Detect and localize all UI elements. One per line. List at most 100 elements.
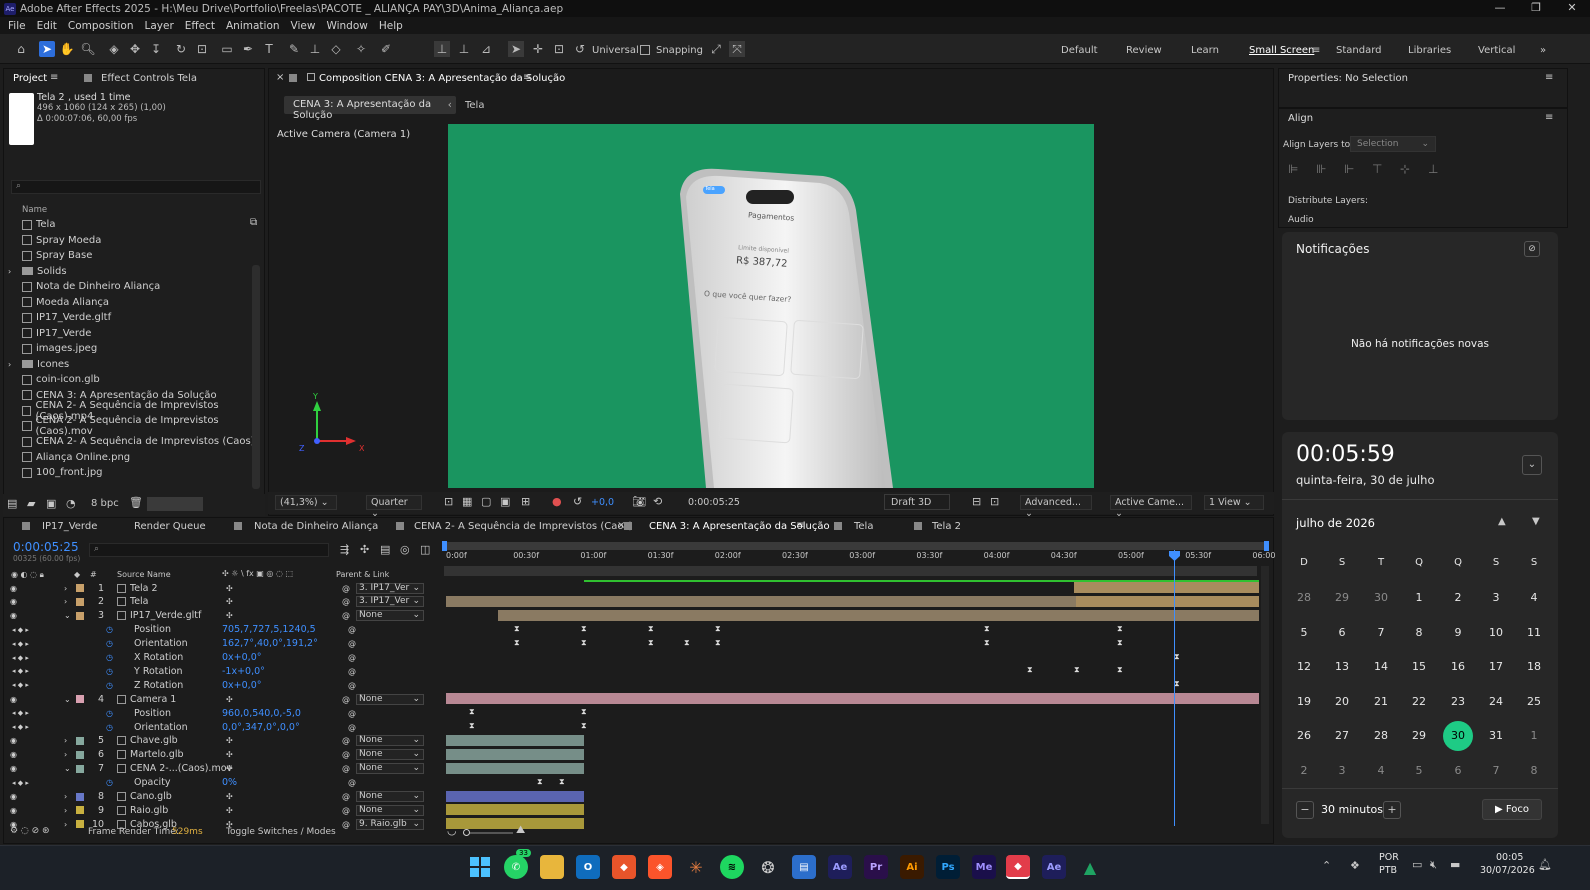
new-comp-icon[interactable]: ▣	[46, 497, 56, 510]
property-value[interactable]: 0,0°,347,0°,0,0°	[222, 722, 300, 733]
work-area-end[interactable]	[1264, 541, 1269, 551]
dolly-camera-icon[interactable]: ↧	[148, 41, 164, 57]
windows-start-icon[interactable]	[468, 855, 492, 879]
world-axis-icon[interactable]: ⊥	[456, 41, 472, 57]
pickwhip-icon[interactable]: @	[348, 625, 356, 634]
calendar-day[interactable]: 4	[1366, 764, 1396, 794]
menu-window[interactable]: Window	[326, 20, 367, 32]
comp-menu-icon[interactable]: ≡	[523, 72, 531, 83]
home-icon[interactable]: ⌂	[13, 41, 29, 57]
maximize-button[interactable]: ❐	[1518, 0, 1554, 17]
claude-icon[interactable]: ✳	[684, 855, 708, 879]
layer-row[interactable]: ◉ › 10 Cabos.glb ✣ @9. Raio.glb ⌄	[4, 817, 444, 831]
stopwatch-icon[interactable]: ◷	[106, 709, 113, 718]
properties-menu-icon[interactable]: ≡	[1545, 72, 1553, 83]
hand-tool-icon[interactable]: ✋	[59, 41, 75, 57]
pinned-app-icon[interactable]: Me	[972, 855, 996, 879]
visibility-eye-icon[interactable]: ◉	[10, 611, 17, 620]
workspace-standard[interactable]: Standard	[1336, 45, 1382, 56]
layer-row[interactable]: ◉ ⌄ 3 IP17_Verde.gltf ✣ @ None ⌄	[4, 609, 444, 623]
calendar-day[interactable]: 19	[1289, 695, 1319, 725]
playhead-handle[interactable]	[1169, 551, 1180, 561]
align-menu-icon[interactable]: ≡	[1545, 112, 1553, 123]
parent-dropdown[interactable]: 3. IP17_Ver ⌄	[356, 582, 424, 594]
universal-label[interactable]: Universal	[592, 45, 639, 56]
visibility-eye-icon[interactable]: ◉	[10, 750, 17, 759]
pinned-app-icon[interactable]: Ps	[936, 855, 960, 879]
layer-duration-bar[interactable]	[1074, 582, 1259, 593]
keyframe-icon[interactable]: ⧗	[1074, 666, 1080, 674]
align-bottom-icon[interactable]: ⊥	[1428, 162, 1438, 176]
pen-tool-icon[interactable]: ✒	[240, 41, 256, 57]
visibility-eye-icon[interactable]: ◉	[10, 806, 17, 815]
calendar-day[interactable]: 18	[1519, 660, 1549, 690]
calendar-day[interactable]: 8	[1404, 626, 1434, 656]
expand-arrow-icon[interactable]: ›	[64, 597, 67, 606]
playhead-line[interactable]	[1174, 550, 1175, 826]
selection-tool-icon[interactable]: ➤	[39, 41, 55, 57]
pickwhip-icon[interactable]: @	[342, 820, 350, 829]
snapshot-icon[interactable]: 📷︎	[632, 495, 646, 508]
menu-effect[interactable]: Effect	[185, 20, 215, 32]
anydesk-icon[interactable]: ◆	[1006, 855, 1030, 879]
layer-name[interactable]: Cano.glb	[130, 791, 172, 802]
calendar-day[interactable]: 4	[1519, 591, 1549, 621]
brush-tool-icon[interactable]: ✎	[286, 41, 302, 57]
calendar-day[interactable]: 30	[1366, 591, 1396, 621]
new-folder-icon[interactable]: ▰	[27, 497, 35, 510]
viewer-timecode[interactable]: 0:00:05:25	[688, 497, 740, 508]
calendar-day[interactable]: 1	[1519, 729, 1549, 759]
calendar-day[interactable]: 27	[1327, 729, 1357, 759]
snap-options-icon[interactable]: ⤢	[708, 41, 724, 57]
layer-row[interactable]: ◉ ⌄ 4 Camera 1 ✣ @ None ⌄	[4, 692, 444, 706]
expand-arrow-icon[interactable]: ›	[8, 360, 11, 369]
stopwatch-icon[interactable]: ◷	[106, 653, 113, 662]
close-tab-icon[interactable]: ×	[617, 520, 625, 531]
chatgpt-icon[interactable]: ❂	[756, 855, 780, 879]
close-button[interactable]: ✕	[1554, 0, 1590, 17]
align-vcenter-icon[interactable]: ⊹	[1400, 162, 1410, 176]
keyframe-nav-icon[interactable]: ◂ ◆ ▸	[12, 626, 29, 634]
adjust-icon[interactable]: ◔	[66, 497, 76, 510]
calendar-day[interactable]: 13	[1327, 660, 1357, 690]
project-item[interactable]: Spray Base	[22, 248, 92, 263]
expand-arrow-icon[interactable]: ›	[8, 267, 11, 276]
label-color[interactable]	[76, 750, 84, 759]
calendar-day[interactable]: 22	[1404, 695, 1434, 725]
timeline-scrollbar[interactable]	[1261, 566, 1269, 824]
stopwatch-icon[interactable]: ◷	[106, 723, 113, 732]
thumbnail-slider[interactable]	[147, 497, 203, 511]
workspace-vertical[interactable]: Vertical	[1478, 45, 1515, 56]
expand-arrow-icon[interactable]: ›	[64, 806, 67, 815]
keyframe-icon[interactable]: ⧗	[514, 624, 520, 633]
toggle-switches-modes[interactable]: Toggle Switches / Modes	[226, 827, 336, 837]
expand-arrow-icon[interactable]: ›	[64, 584, 67, 593]
camera-dropdown[interactable]: Active Came... ⌄	[1110, 495, 1192, 519]
calendar-day[interactable]: 15	[1404, 660, 1434, 690]
layer-duration-bar[interactable]	[1076, 595, 1259, 607]
rectangle-tool-icon[interactable]: ▭	[219, 41, 235, 57]
menu-help[interactable]: Help	[379, 20, 403, 32]
puppet-pin-icon[interactable]: ✐	[378, 41, 394, 57]
keyboard-layout[interactable]: PTB	[1379, 865, 1397, 876]
pickwhip-icon[interactable]: @	[348, 667, 356, 676]
label-color[interactable]	[76, 736, 84, 745]
layer-duration-bar[interactable]	[446, 762, 584, 774]
layer-duration-bar[interactable]	[446, 595, 1076, 607]
roto-brush-icon[interactable]: ✧	[353, 41, 369, 57]
exposure-value[interactable]: +0,0	[591, 497, 614, 508]
shy-switch-icon[interactable]: ✣	[226, 695, 233, 704]
motion-blur-icon[interactable]: ◎	[400, 543, 410, 556]
timeline-tab[interactable]: Render Queue	[134, 521, 206, 532]
graph-editor-icon[interactable]: ◫	[420, 543, 430, 556]
label-color[interactable]	[76, 764, 84, 773]
bit-depth[interactable]: 8 bpc	[91, 498, 119, 509]
workspace-menu-icon[interactable]: ≡	[1312, 45, 1320, 56]
pickwhip-icon[interactable]: @	[348, 639, 356, 648]
panel-menu-icon[interactable]: ≡	[50, 72, 58, 83]
outlook-icon[interactable]: O	[576, 855, 600, 879]
transparency-grid-icon[interactable]: ▦	[462, 495, 472, 508]
keyframe-icon[interactable]: ⧗	[581, 638, 587, 647]
label-color[interactable]	[76, 820, 84, 829]
property-row[interactable]: ◂ ◆ ▸ ◷ Z Rotation 0x+0,0° @	[4, 678, 444, 692]
